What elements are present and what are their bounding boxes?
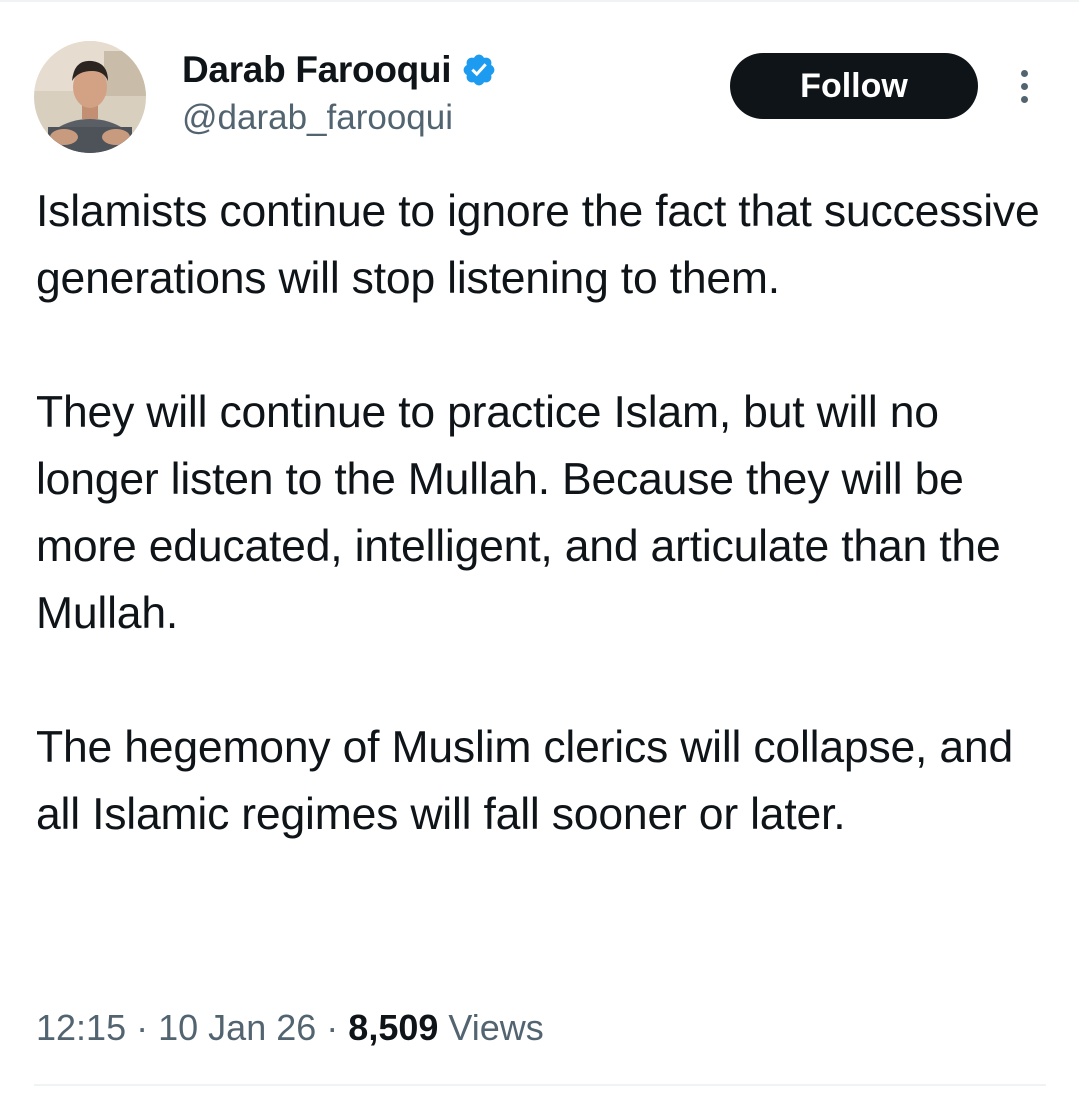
tweet-paragraph: The hegemony of Muslim clerics will coll… [36,723,1014,839]
bottom-divider [34,1084,1046,1086]
meta-separator: · [326,1007,339,1048]
views-count[interactable]: 8,509 [348,1007,438,1048]
more-dot [1020,82,1028,90]
more-options-icon[interactable] [1006,64,1042,108]
more-dot [1020,95,1028,103]
more-dot [1020,69,1028,77]
verified-badge-icon [461,52,497,88]
meta-separator: · [136,1007,149,1048]
tweet-paragraph: They will continue to practice Islam, bu… [36,388,1001,638]
tweet-paragraph: Islamists continue to ignore the fact th… [36,187,1040,303]
author-handle[interactable]: @darab_farooqui [182,98,453,138]
views-label: Views [448,1007,544,1048]
tweet-text: Islamists continue to ignore the fact th… [36,178,1056,848]
author-display-name[interactable]: Darab Farooqui [182,49,452,91]
tweet-time[interactable]: 12:15 [36,1007,126,1048]
tweet-meta: 12:15 · 10 Jan 26 · 8,509 Views [36,1002,544,1054]
author-name-row: Darab Farooqui [182,44,497,96]
tweet-card: Darab Farooqui @darab_farooqui Follow Is… [0,0,1079,1094]
top-divider [0,0,1079,2]
follow-button[interactable]: Follow [730,53,978,119]
avatar[interactable] [34,41,146,153]
tweet-date[interactable]: 10 Jan 26 [158,1007,316,1048]
